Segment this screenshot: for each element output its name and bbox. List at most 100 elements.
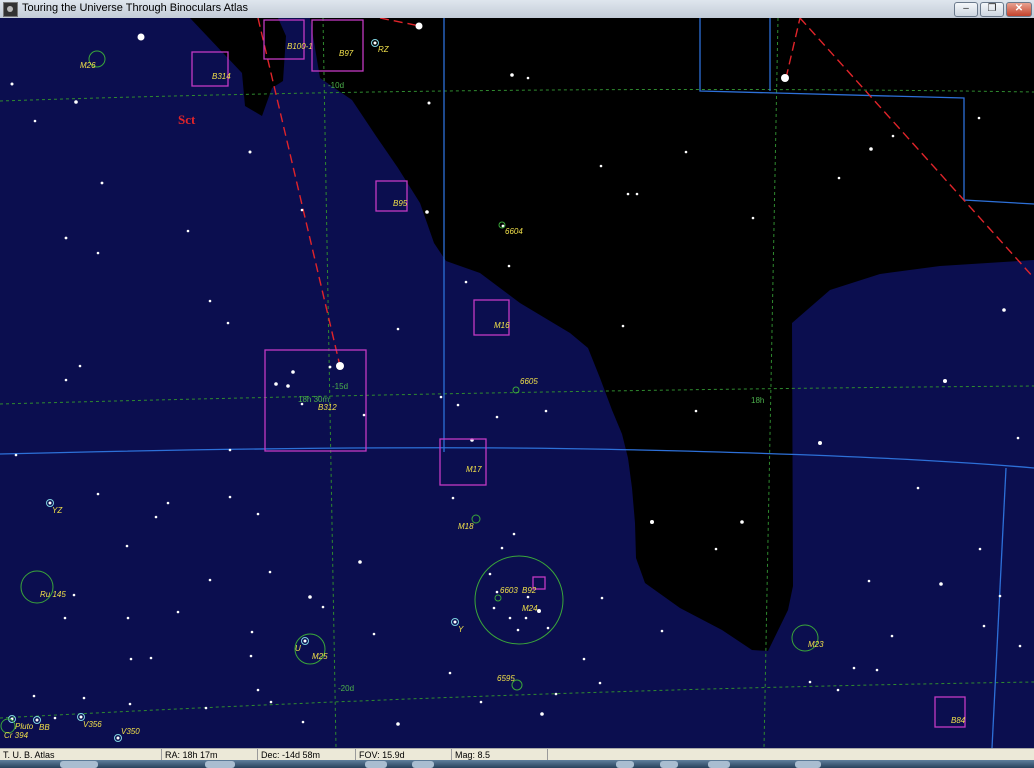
star [526,595,530,599]
star [96,251,100,255]
star [1016,436,1020,440]
object-label: B314 [212,72,231,81]
star [479,700,483,704]
star [554,692,558,696]
star [64,236,68,240]
star [358,560,362,564]
variable-star-dot [48,501,52,505]
minimize-button[interactable]: – [954,2,978,17]
star [526,76,530,80]
variable-star-dot [373,41,377,45]
star [204,706,208,710]
star [396,722,400,726]
star [291,370,295,374]
star [64,378,68,382]
star-chart[interactable]: M26 B314 B100-1 B97 RZ B95 6604 M16 6605 B312 M17 Y… [0,18,1034,748]
star [128,702,132,706]
star [96,492,100,496]
object-label: M17 [466,465,482,474]
object-label: 6603 [500,586,518,595]
star [1002,308,1006,312]
star [10,82,14,86]
object-label: M25 [312,652,328,661]
object-label: B95 [393,199,408,208]
object-label: Y [458,625,464,634]
star [78,364,82,368]
star [694,409,698,413]
star [427,101,431,105]
object-label: YZ [52,506,63,515]
star [621,324,625,328]
taskbar-button[interactable] [708,761,730,768]
star [537,609,541,613]
taskbar-button[interactable] [660,761,678,768]
star [33,119,37,123]
star [495,415,499,419]
star [684,150,688,154]
object-label: 6595 [497,674,515,683]
star [818,441,822,445]
star [488,572,492,576]
star [875,668,879,672]
taskbar-button[interactable] [412,761,434,768]
star [507,264,511,268]
star [301,720,305,724]
star [599,164,603,168]
star [500,546,504,550]
close-icon: ✕ [1014,3,1024,14]
star [600,596,604,600]
object-label: RZ [378,45,390,54]
star [540,712,544,716]
star [129,657,133,661]
object-label: M18 [458,522,474,531]
object-label: 6604 [505,227,523,236]
star [208,578,212,582]
star [977,116,981,120]
star [256,512,260,516]
object-label: BB [39,723,50,732]
minimize-icon: – [963,3,969,14]
star [250,630,254,634]
star [714,547,718,551]
star [137,33,145,41]
taskbar-button[interactable] [616,761,634,768]
star [126,616,130,620]
star [448,671,452,675]
taskbar-button[interactable] [365,761,387,768]
star [546,626,550,630]
taskbar-button[interactable] [205,761,235,768]
taskbar-button[interactable] [60,761,98,768]
star [154,515,158,519]
object-label: 6605 [520,377,538,386]
star [286,384,290,388]
star [836,688,840,692]
star [53,716,57,720]
object-label: V356 [83,720,102,729]
star [1018,644,1022,648]
star [74,100,78,104]
star [176,610,180,614]
star [492,606,496,610]
close-button[interactable]: ✕ [1006,2,1032,17]
star [837,176,841,180]
variable-star-dot [453,620,457,624]
star [998,594,1002,598]
star [781,74,789,82]
star [149,656,153,660]
star [516,628,520,632]
restore-button[interactable]: ❐ [980,2,1004,17]
app-icon[interactable] [3,2,18,17]
grid-label-dec-15: -15d [332,382,348,391]
star [321,605,325,609]
star [274,382,278,386]
object-label: B97 [339,49,354,58]
star [635,192,639,196]
object-label: Cr 394 [4,731,29,740]
star [166,501,170,505]
object-label: B312 [318,403,337,412]
star [939,582,943,586]
taskbar [0,760,1034,768]
star [869,147,873,151]
variable-star-dot [116,736,120,740]
taskbar-button[interactable] [795,761,821,768]
